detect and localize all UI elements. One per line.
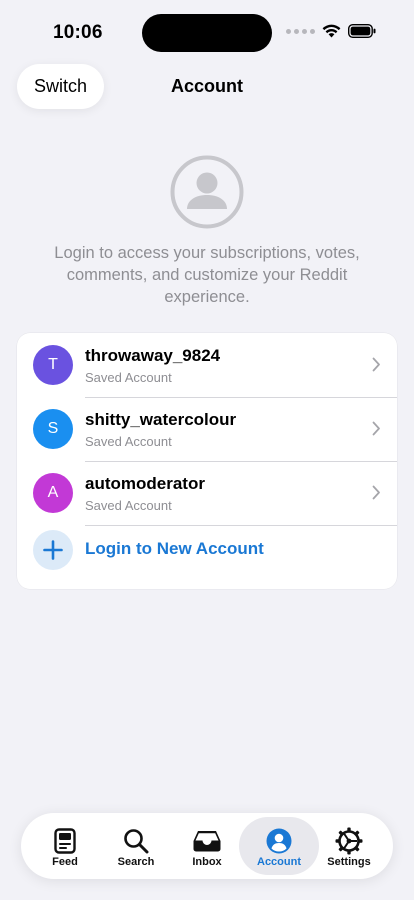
status-time: 10:06 <box>53 22 103 43</box>
tab-bar: Feed Search Inbox Account Settings <box>21 813 393 879</box>
page-title: Account <box>171 76 243 96</box>
tab-label: Settings <box>327 856 371 868</box>
tab-label: Search <box>117 856 155 868</box>
tab-label: Feed <box>52 856 78 868</box>
tab-inbox[interactable]: Inbox <box>170 817 244 875</box>
default-avatar-icon <box>170 155 244 229</box>
account-name: throwaway_9824 <box>85 346 221 365</box>
tab-label: Inbox <box>192 856 222 868</box>
account-avatar: A <box>33 473 73 513</box>
avatar-initial: A <box>47 484 59 501</box>
account-name: automoderator <box>85 474 205 493</box>
login-new-account-button[interactable]: Login to New Account <box>17 525 397 589</box>
feed-icon <box>28 827 102 855</box>
nav-bar: Switch Account <box>0 64 414 110</box>
battery-icon <box>348 24 376 38</box>
search-icon <box>99 827 173 855</box>
account-name: shitty_watercolour <box>85 410 237 429</box>
account-avatar: T <box>33 345 73 385</box>
tab-label: Account <box>257 856 301 868</box>
dynamic-island <box>142 14 272 52</box>
chevron-right-icon <box>372 485 380 500</box>
account-row-shitty_watercolour[interactable]: S shitty_watercolour Saved Account <box>17 397 397 461</box>
tab-account[interactable]: Account <box>239 817 319 875</box>
account-row-automoderator[interactable]: A automoderator Saved Account <box>17 461 397 525</box>
tab-settings[interactable]: Settings <box>312 817 386 875</box>
inbox-icon <box>170 827 244 855</box>
account-status: Saved Account <box>85 370 172 385</box>
chevron-right-icon <box>372 421 380 436</box>
tab-feed[interactable]: Feed <box>28 817 102 875</box>
login-message: Login to access your subscriptions, vote… <box>54 244 360 306</box>
account-icon <box>239 827 319 855</box>
status-bar: 10:06 <box>0 0 414 60</box>
accounts-list: T throwaway_9824 Saved Account S shitty_… <box>17 333 397 589</box>
avatar-initial: S <box>47 420 59 437</box>
chevron-right-icon <box>372 357 380 372</box>
account-status: Saved Account <box>85 434 172 449</box>
wifi-icon <box>322 24 341 38</box>
cellular-signal-icon <box>286 28 315 34</box>
plus-icon <box>33 530 73 570</box>
avatar-initial: T <box>48 356 58 373</box>
status-icons <box>286 24 376 38</box>
settings-gear-icon <box>312 827 386 855</box>
account-avatar: S <box>33 409 73 449</box>
account-row-throwaway_9824[interactable]: T throwaway_9824 Saved Account <box>17 333 397 397</box>
login-new-account-label: Login to New Account <box>85 539 264 558</box>
account-status: Saved Account <box>85 498 172 513</box>
tab-search[interactable]: Search <box>99 817 173 875</box>
